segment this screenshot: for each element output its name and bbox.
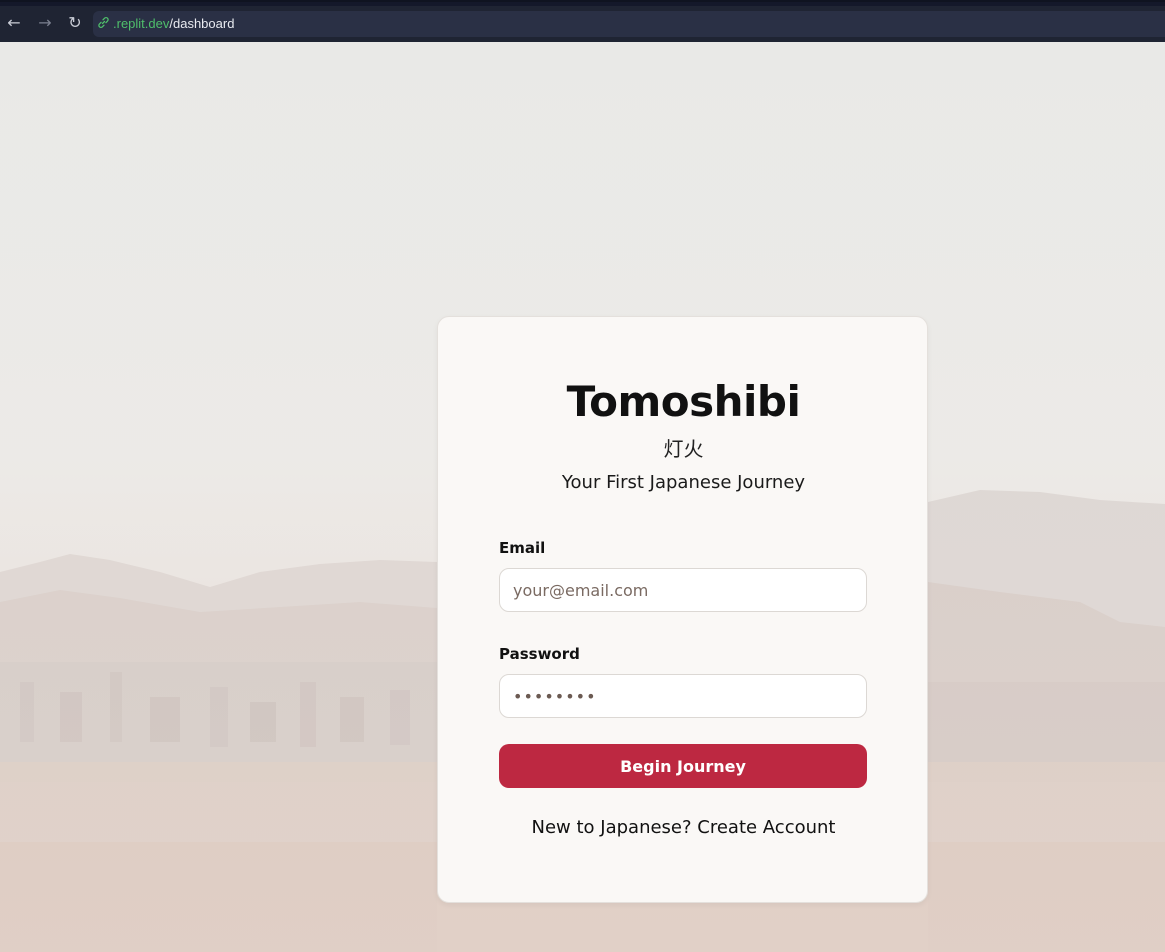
browser-toolbar: ← → ↻ .replit.dev/dashboard bbox=[0, 0, 1165, 42]
url-domain: .replit.dev bbox=[113, 16, 170, 31]
link-icon bbox=[97, 16, 111, 30]
app-subtitle: Your First Japanese Journey bbox=[561, 472, 806, 493]
forward-arrow-icon[interactable]: → bbox=[35, 13, 55, 33]
login-card: Tomoshibi 灯火 Your First Japanese Journey… bbox=[437, 316, 928, 903]
url-path: /dashboard bbox=[169, 16, 235, 31]
tab-strip bbox=[0, 2, 1165, 6]
password-label: Password bbox=[499, 645, 580, 663]
email-label: Email bbox=[499, 539, 546, 557]
password-field[interactable] bbox=[499, 674, 867, 718]
link-icon-svg bbox=[98, 17, 109, 28]
url-text: .replit.dev/dashboard bbox=[113, 16, 234, 32]
address-bar[interactable]: .replit.dev/dashboard bbox=[93, 11, 1165, 37]
back-arrow-icon[interactable]: ← bbox=[4, 13, 24, 33]
create-account-link[interactable]: New to Japanese? Create Account bbox=[438, 817, 929, 838]
begin-journey-button[interactable]: Begin Journey bbox=[499, 744, 867, 788]
app-title: Tomoshibi bbox=[566, 377, 801, 426]
app-title-kanji: 灯火 bbox=[663, 437, 704, 461]
email-field[interactable] bbox=[499, 568, 867, 612]
reload-icon[interactable]: ↻ bbox=[65, 13, 85, 33]
